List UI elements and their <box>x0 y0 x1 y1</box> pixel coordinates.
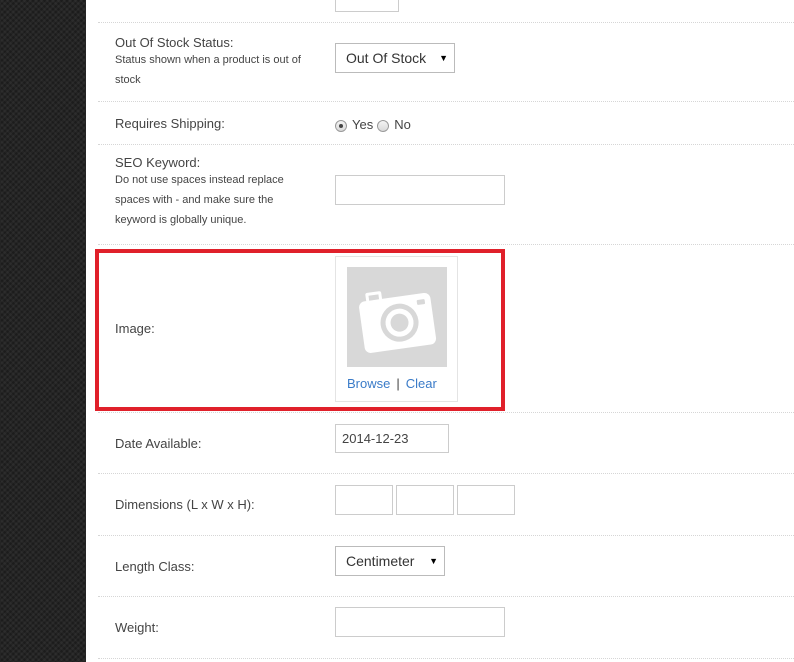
shipping-yes-label[interactable]: Yes <box>352 117 373 132</box>
date-available-input[interactable]: 2014-12-23 <box>335 424 449 453</box>
chevron-down-icon: ▼ <box>439 53 448 63</box>
width-input[interactable] <box>396 485 454 515</box>
out-of-stock-help: Status shown when a product is out of st… <box>115 53 301 86</box>
previous-field-input[interactable] <box>335 0 399 12</box>
length-class-selected: Centimeter <box>346 553 415 569</box>
height-input[interactable] <box>457 485 515 515</box>
weight-input[interactable] <box>335 607 505 637</box>
form-row-previous <box>98 0 794 23</box>
out-of-stock-selected: Out Of Stock <box>346 50 427 66</box>
seo-keyword-input[interactable] <box>335 175 505 205</box>
requires-shipping-radio-group: Yes No <box>335 117 411 132</box>
form-row-weight: Weight: <box>98 597 794 659</box>
date-available-label: Date Available: <box>115 435 202 451</box>
shipping-yes-radio[interactable] <box>335 119 347 132</box>
form-row-dimensions: Dimensions (L x W x H): <box>98 474 794 536</box>
shipping-no-label[interactable]: No <box>394 117 411 132</box>
form-row-length-class: Length Class: Centimeter ▼ <box>98 536 794 597</box>
out-of-stock-select[interactable]: Out Of Stock ▼ <box>335 43 455 73</box>
seo-keyword-label: SEO Keyword: <box>115 155 201 170</box>
dark-side-rail <box>0 0 86 662</box>
form-row-seo-keyword: SEO Keyword: Do not use spaces instead r… <box>98 145 794 245</box>
product-data-form: Out Of Stock Status: Status shown when a… <box>86 0 794 662</box>
requires-shipping-label: Requires Shipping: <box>115 115 225 131</box>
length-class-label: Length Class: <box>115 558 195 574</box>
shipping-no-radio[interactable] <box>377 119 390 132</box>
form-row-out-of-stock-status: Out Of Stock Status: Status shown when a… <box>98 23 794 102</box>
form-row-date-available: Date Available: 2014-12-23 <box>98 413 794 474</box>
dimensions-label: Dimensions (L x W x H): <box>115 497 255 512</box>
dimensions-inputs <box>335 485 515 515</box>
chevron-down-icon: ▼ <box>429 556 438 566</box>
length-class-select[interactable]: Centimeter ▼ <box>335 546 445 576</box>
weight-label: Weight: <box>115 620 159 635</box>
seo-keyword-help: Do not use spaces instead replace spaces… <box>115 174 284 226</box>
image-row-highlight <box>95 249 505 411</box>
length-input[interactable] <box>335 485 393 515</box>
form-row-requires-shipping: Requires Shipping: Yes No <box>98 102 794 145</box>
out-of-stock-label: Out Of Stock Status: <box>115 34 234 50</box>
